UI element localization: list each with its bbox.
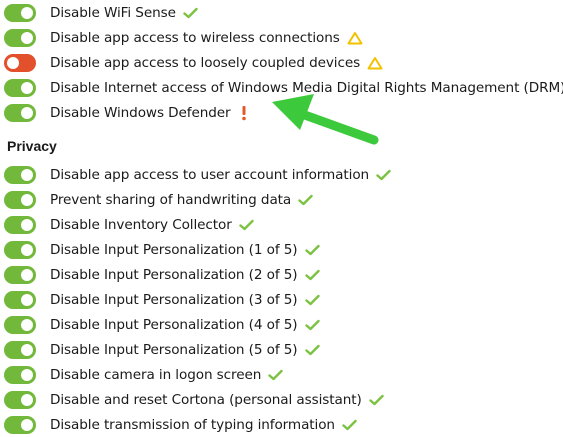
toggle-switch[interactable]	[4, 366, 36, 384]
setting-label: Disable app access to loosely coupled de…	[50, 55, 361, 71]
toggle-knob	[7, 57, 19, 69]
toggle-switch[interactable]	[4, 104, 36, 122]
setting-label: Disable transmission of typing informati…	[50, 417, 335, 433]
setting-label: Disable WiFi Sense	[50, 5, 176, 21]
toggle-knob	[21, 82, 33, 94]
setting-label: Disable Input Personalization (3 of 5)	[50, 292, 298, 308]
toggle-knob	[21, 419, 33, 431]
setting-label: Disable app access to user account infor…	[50, 167, 370, 183]
toggle-switch[interactable]	[4, 266, 36, 284]
setting-label: Disable camera in logon screen	[50, 367, 262, 383]
toggle-knob	[21, 244, 33, 256]
setting-row: Disable camera in logon screen	[4, 363, 283, 387]
setting-label: Disable Inventory Collector	[50, 217, 232, 233]
toggle-knob	[21, 32, 33, 44]
toggle-knob	[21, 344, 33, 356]
setting-row: Disable and reset Cortona (personal assi…	[4, 388, 384, 412]
toggle-switch[interactable]	[4, 316, 36, 334]
toggle-knob	[21, 194, 33, 206]
check-icon	[298, 194, 313, 206]
setting-label: Disable Input Personalization (4 of 5)	[50, 317, 298, 333]
warning-triangle-icon	[347, 31, 363, 45]
toggle-knob	[21, 219, 33, 231]
check-icon	[304, 344, 320, 356]
setting-row: Disable Input Personalization (1 of 5)	[4, 238, 320, 262]
toggle-switch[interactable]	[4, 241, 36, 259]
toggle-switch[interactable]	[4, 416, 36, 434]
toggle-switch[interactable]	[4, 4, 36, 22]
toggle-switch[interactable]	[4, 166, 36, 184]
setting-row: Disable WiFi Sense	[4, 1, 198, 25]
setting-label: Disable Input Personalization (5 of 5)	[50, 342, 298, 358]
check-icon	[342, 419, 357, 431]
toggle-knob	[21, 169, 33, 181]
setting-label: Prevent sharing of handwriting data	[50, 192, 292, 208]
setting-label: Disable Windows Defender	[50, 105, 231, 121]
toggle-knob	[21, 269, 33, 281]
setting-row: Disable Input Personalization (4 of 5)	[4, 313, 320, 337]
toggle-switch[interactable]	[4, 29, 36, 47]
toggle-switch[interactable]	[4, 216, 36, 234]
toggle-knob	[21, 294, 33, 306]
setting-row: Disable app access to wireless connectio…	[4, 26, 363, 50]
setting-row: Disable Inventory Collector	[4, 213, 254, 237]
arrow-icon	[272, 94, 379, 145]
check-icon	[376, 169, 391, 181]
check-icon	[304, 244, 320, 256]
check-icon	[304, 319, 320, 331]
setting-row: Prevent sharing of handwriting data	[4, 188, 313, 212]
check-icon	[304, 269, 320, 281]
setting-row: Disable Input Personalization (5 of 5)	[4, 338, 320, 362]
toggle-knob	[21, 369, 33, 381]
check-icon	[268, 369, 283, 381]
exclamation-icon	[241, 105, 247, 121]
setting-row: Disable transmission of typing informati…	[4, 413, 357, 437]
setting-row: Disable Input Personalization (3 of 5)	[4, 288, 320, 312]
check-icon	[369, 394, 384, 406]
check-icon	[304, 294, 320, 306]
setting-row: Disable app access to user account infor…	[4, 163, 391, 187]
toggle-knob	[21, 319, 33, 331]
toggle-knob	[21, 394, 33, 406]
toggle-switch[interactable]	[4, 391, 36, 409]
toggle-switch[interactable]	[4, 79, 36, 97]
setting-label: Disable Input Personalization (1 of 5)	[50, 242, 298, 258]
toggle-switch[interactable]	[4, 341, 36, 359]
toggle-switch[interactable]	[4, 54, 36, 72]
setting-label: Disable app access to wireless connectio…	[50, 30, 340, 46]
check-icon	[239, 219, 254, 231]
warning-triangle-icon	[367, 56, 383, 70]
toggle-knob	[21, 7, 33, 19]
toggle-knob	[21, 107, 33, 119]
toggle-switch[interactable]	[4, 291, 36, 309]
check-icon	[183, 7, 198, 19]
setting-label: Disable Input Personalization (2 of 5)	[50, 267, 298, 283]
setting-label: Disable and reset Cortona (personal assi…	[50, 392, 362, 408]
setting-row: Disable Input Personalization (2 of 5)	[4, 263, 320, 287]
setting-row: Disable Windows Defender	[4, 101, 247, 125]
toggle-switch[interactable]	[4, 191, 36, 209]
section-title-privacy: Privacy	[7, 138, 57, 154]
setting-row: Disable app access to loosely coupled de…	[4, 51, 383, 75]
